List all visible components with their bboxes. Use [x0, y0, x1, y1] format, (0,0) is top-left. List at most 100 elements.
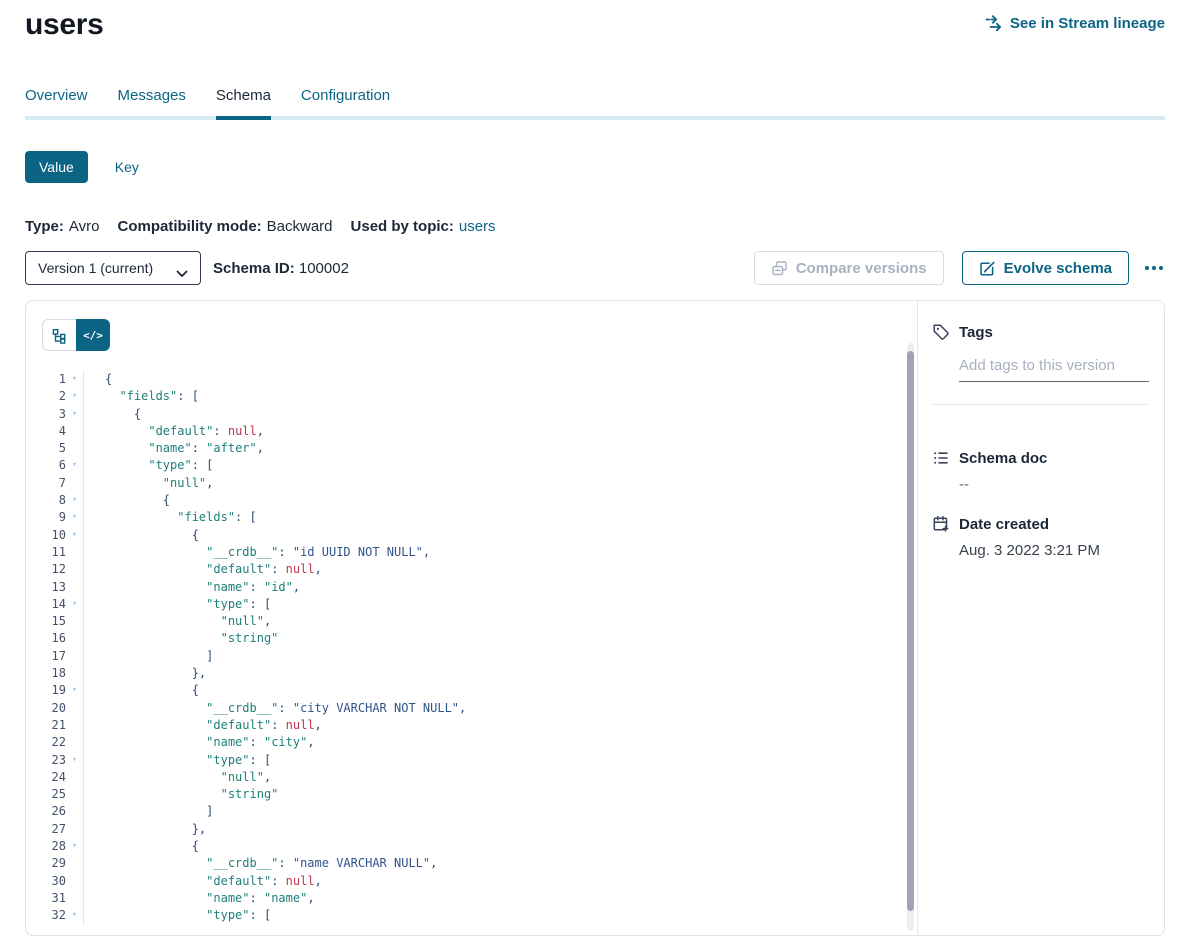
- code-text: "name": "name",: [83, 890, 903, 907]
- code-text: {: [83, 527, 903, 544]
- fold-toggle-icon: [66, 873, 83, 890]
- compatibility-mode-label: Compatibility mode:: [117, 218, 261, 235]
- used-by-topic-link[interactable]: users: [459, 218, 496, 235]
- code-line: 18 },: [42, 665, 903, 682]
- code-text: "name": "after",: [83, 440, 903, 457]
- fold-toggle-icon: [66, 786, 83, 803]
- fold-toggle-icon[interactable]: ▾: [66, 492, 83, 509]
- schema-id-label: Schema ID:: [213, 260, 295, 277]
- code-text: "null",: [83, 613, 903, 630]
- date-created-section: Date created Aug. 3 2022 3:21 PM: [932, 515, 1148, 559]
- fold-toggle-icon[interactable]: ▾: [66, 388, 83, 405]
- tags-title: Tags: [959, 324, 993, 341]
- add-tags-input[interactable]: [959, 357, 1149, 382]
- tab-bar: Overview Messages Schema Configuration: [25, 87, 1165, 120]
- code-view-button[interactable]: </>: [76, 319, 110, 351]
- line-number: 13: [42, 579, 66, 596]
- code-line: 10▾ {: [42, 527, 903, 544]
- page-title: users: [25, 6, 104, 44]
- code-line: 12 "default": null,: [42, 561, 903, 578]
- date-created-value: Aug. 3 2022 3:21 PM: [959, 542, 1148, 559]
- code-text: "default": null,: [83, 717, 903, 734]
- code-line: 24 "null",: [42, 769, 903, 786]
- code-text: {: [83, 838, 903, 855]
- line-number: 23: [42, 752, 66, 769]
- version-select[interactable]: Version 1 (current): [25, 251, 201, 285]
- line-number: 14: [42, 596, 66, 613]
- code-text: "__crdb__": "city VARCHAR NOT NULL",: [83, 700, 903, 717]
- line-number: 7: [42, 475, 66, 492]
- line-number: 11: [42, 544, 66, 561]
- see-in-stream-lineage-link[interactable]: See in Stream lineage: [984, 14, 1165, 33]
- code-text: "null",: [83, 769, 903, 786]
- code-line: 5 "name": "after",: [42, 440, 903, 457]
- fold-toggle-icon[interactable]: ▾: [66, 838, 83, 855]
- fold-toggle-icon: [66, 613, 83, 630]
- schema-id-value: 100002: [299, 260, 349, 277]
- fold-toggle-icon[interactable]: ▾: [66, 406, 83, 423]
- tree-view-icon: [51, 327, 68, 344]
- key-tab-button[interactable]: Key: [115, 159, 139, 175]
- compatibility-mode-value: Backward: [267, 218, 333, 235]
- code-text: "__crdb__": "name VARCHAR NULL",: [83, 855, 903, 872]
- code-text: {: [83, 492, 903, 509]
- code-text: "__crdb__": "id UUID NOT NULL",: [83, 544, 903, 561]
- schema-actions: Compare versions Evolve schema: [754, 251, 1165, 285]
- value-tab-button[interactable]: Value: [25, 151, 88, 183]
- line-number: 4: [42, 423, 66, 440]
- code-text: "string": [83, 630, 903, 647]
- evolve-schema-label: Evolve schema: [1004, 260, 1112, 277]
- tab-configuration[interactable]: Configuration: [301, 87, 390, 116]
- schema-doc-header: Schema doc: [932, 449, 1148, 467]
- code-lines: 1▾{2▾ "fields": [3▾ {4 "default": null,5…: [42, 371, 903, 925]
- tab-schema[interactable]: Schema: [216, 87, 271, 120]
- line-number: 31: [42, 890, 66, 907]
- compare-versions-button[interactable]: Compare versions: [754, 251, 944, 285]
- code-line: 17 ]: [42, 648, 903, 665]
- line-number: 17: [42, 648, 66, 665]
- tab-overview[interactable]: Overview: [25, 87, 88, 116]
- code-line: 8▾ {: [42, 492, 903, 509]
- code-scrollbar-thumb[interactable]: [907, 351, 914, 911]
- code-line: 4 "default": null,: [42, 423, 903, 440]
- line-number: 20: [42, 700, 66, 717]
- fold-toggle-icon: [66, 648, 83, 665]
- tree-view-button[interactable]: [42, 319, 76, 351]
- sidebar-divider: [932, 404, 1148, 405]
- tab-messages[interactable]: Messages: [118, 87, 186, 116]
- fold-toggle-icon[interactable]: ▾: [66, 371, 83, 388]
- fold-toggle-icon: [66, 544, 83, 561]
- code-text: {: [83, 371, 903, 388]
- code-text: "name": "city",: [83, 734, 903, 751]
- code-view-icon: </>: [83, 329, 103, 342]
- code-line: 7 "null",: [42, 475, 903, 492]
- fold-toggle-icon[interactable]: ▾: [66, 682, 83, 699]
- fold-toggle-icon[interactable]: ▾: [66, 527, 83, 544]
- line-number: 1: [42, 371, 66, 388]
- page-header: users See in Stream lineage: [25, 6, 1165, 44]
- fold-toggle-icon[interactable]: ▾: [66, 596, 83, 613]
- line-number: 19: [42, 682, 66, 699]
- line-number: 22: [42, 734, 66, 751]
- fold-toggle-icon[interactable]: ▾: [66, 457, 83, 474]
- code-text: "type": [: [83, 457, 903, 474]
- code-line: 13 "name": "id",: [42, 579, 903, 596]
- code-text: "fields": [: [83, 388, 903, 405]
- schema-doc-section: Schema doc --: [932, 449, 1148, 493]
- code-line: 23▾ "type": [: [42, 752, 903, 769]
- fold-toggle-icon[interactable]: ▾: [66, 752, 83, 769]
- code-line: 28▾ {: [42, 838, 903, 855]
- schema-sidebar: Tags Schema doc --: [917, 301, 1164, 935]
- date-created-title: Date created: [959, 516, 1049, 533]
- line-number: 15: [42, 613, 66, 630]
- evolve-schema-button[interactable]: Evolve schema: [962, 251, 1129, 285]
- fold-toggle-icon: [66, 734, 83, 751]
- line-number: 24: [42, 769, 66, 786]
- code-text: ]: [83, 648, 903, 665]
- fold-toggle-icon: [66, 803, 83, 820]
- version-select-value: Version 1 (current): [38, 260, 153, 276]
- more-options-button[interactable]: [1143, 260, 1165, 276]
- fold-toggle-icon[interactable]: ▾: [66, 509, 83, 526]
- code-line: 25 "string": [42, 786, 903, 803]
- fold-toggle-icon: [66, 821, 83, 838]
